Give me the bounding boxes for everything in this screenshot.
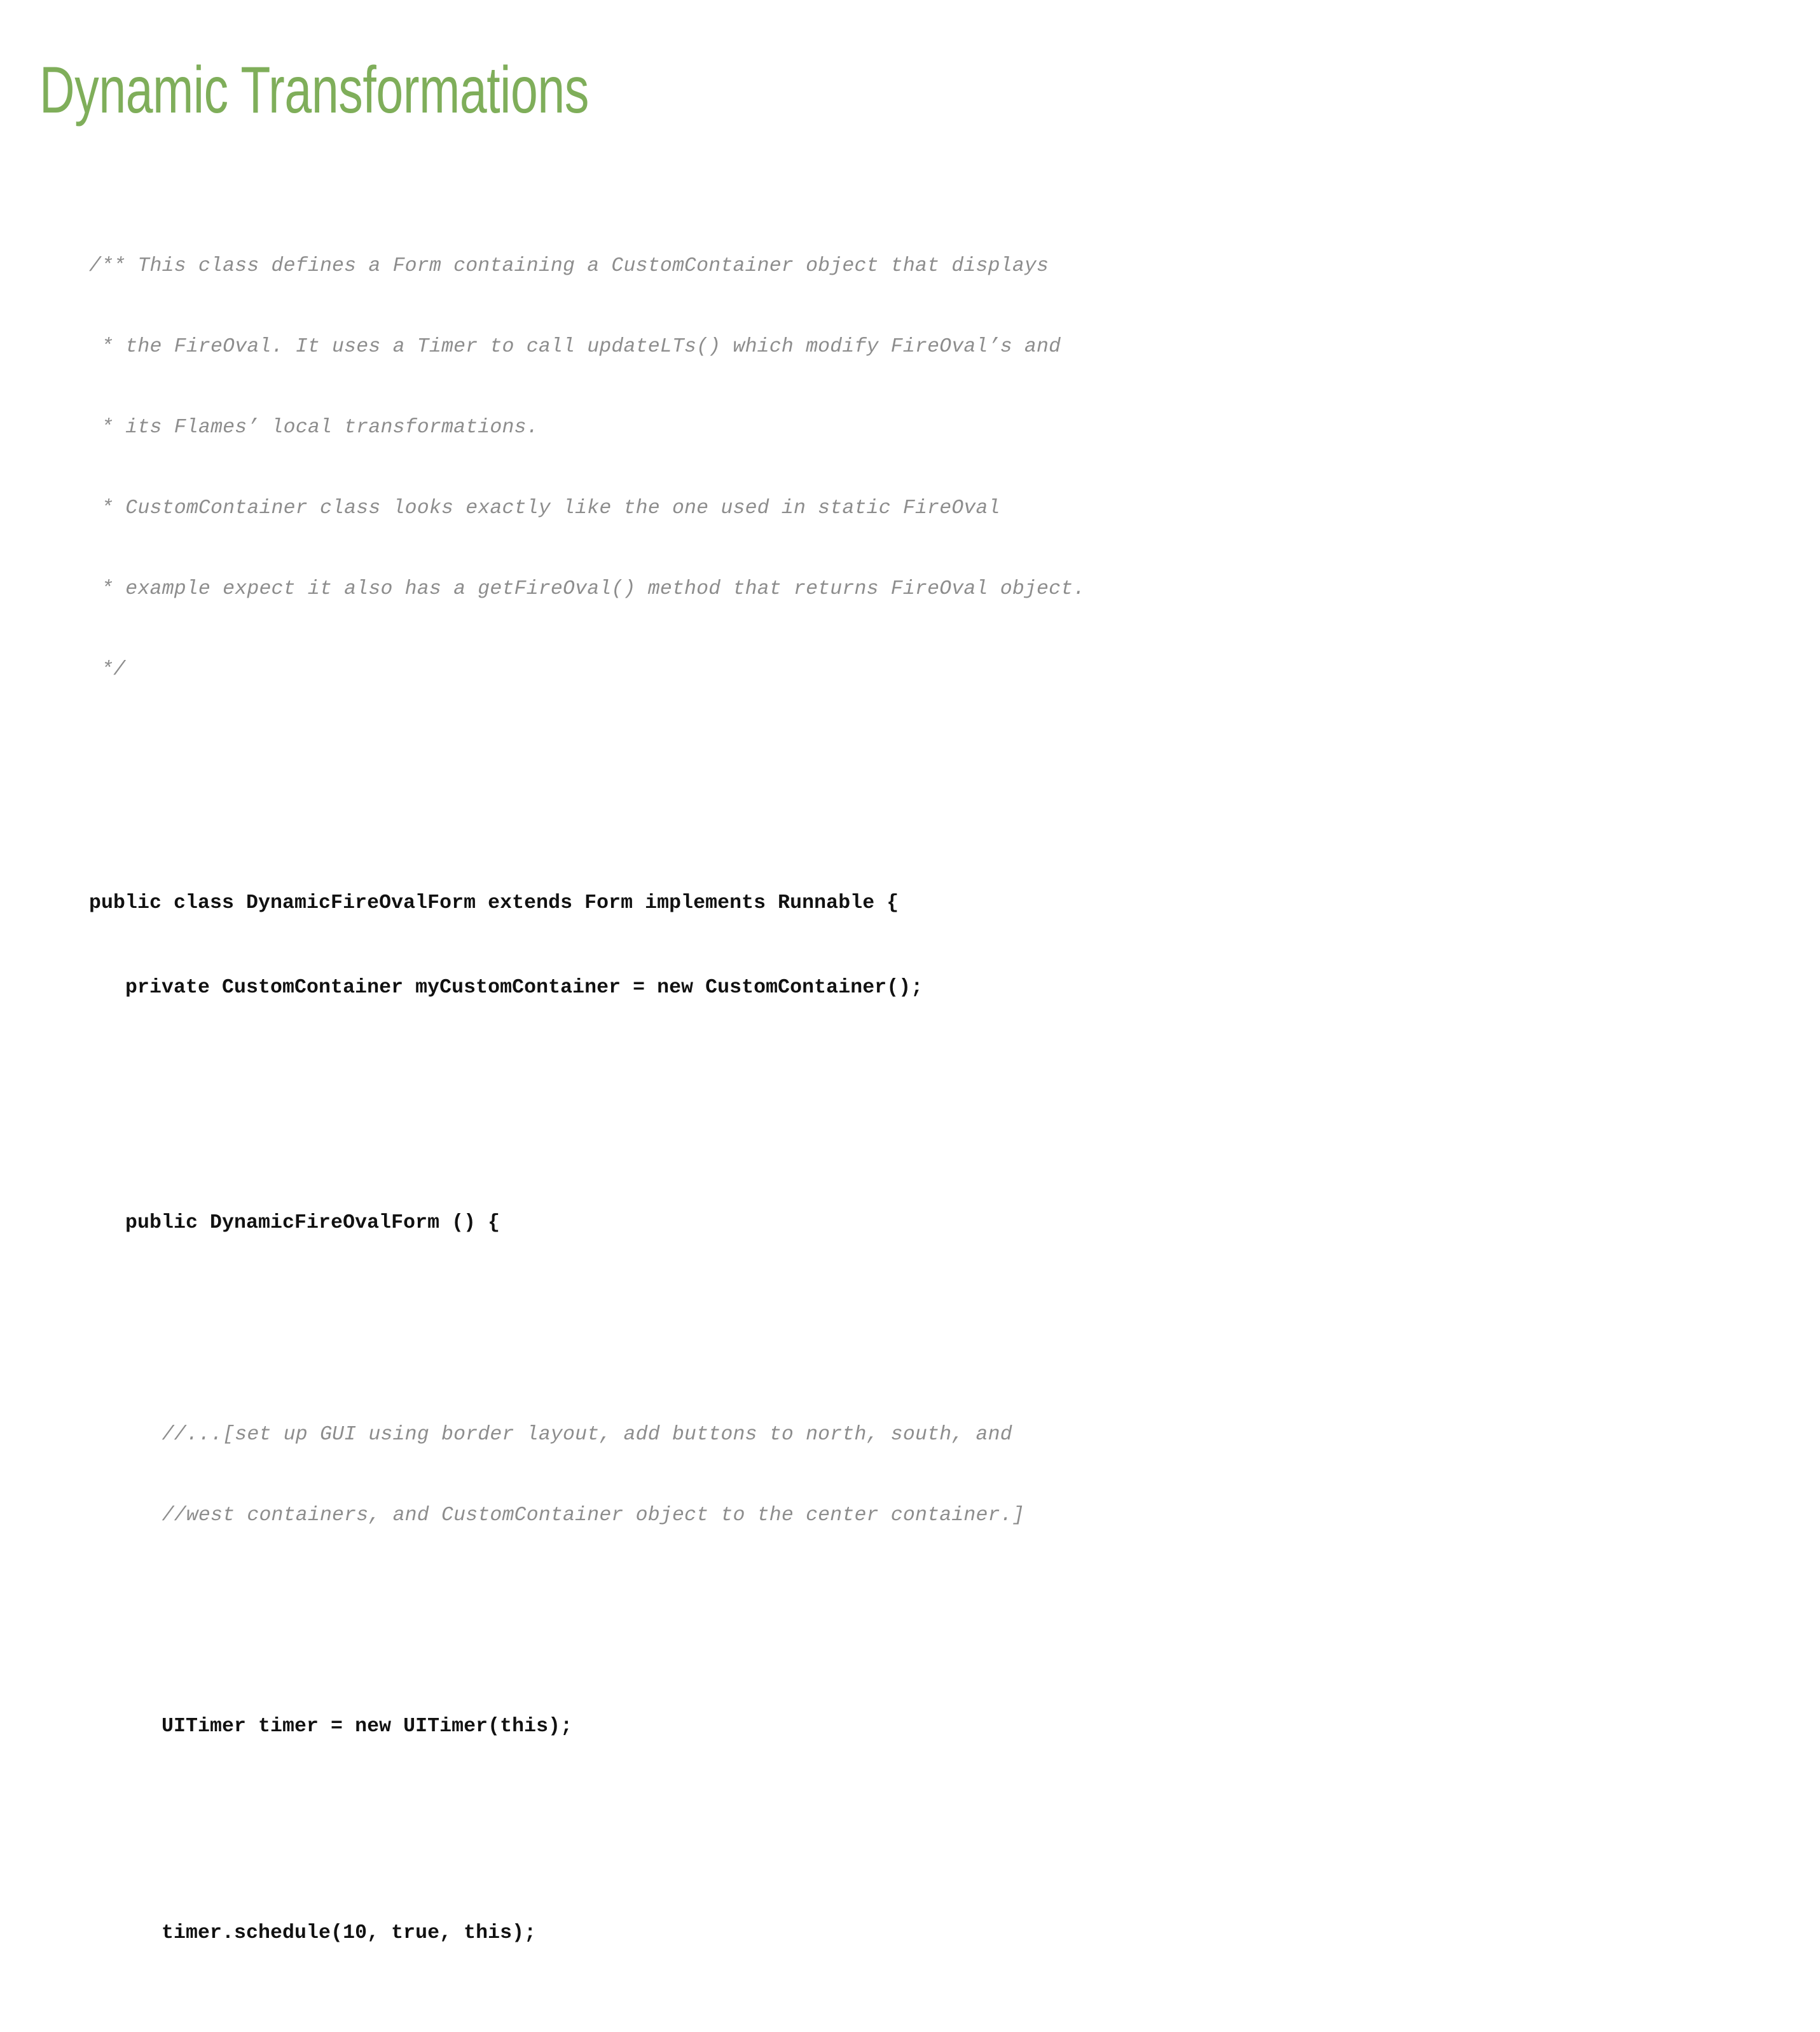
code-line-text: /** This class defines a Form containing… <box>89 255 1049 277</box>
page-title: Dynamic Transformations <box>39 53 589 127</box>
code-line-field: private CustomContainer myCustomContaine… <box>89 974 1361 1003</box>
code-spacer <box>89 767 1361 776</box>
code-line-text: * CustomContainer class looks exactly li… <box>89 497 1000 519</box>
code-line-constructor: public DynamicFireOvalForm () { <box>89 1209 1361 1238</box>
code-spacer <box>89 1826 1361 1835</box>
code-line: * the FireOval. It uses a Timer to call … <box>89 335 1361 359</box>
code-line: * its Flames’ local transformations. <box>89 416 1361 440</box>
code-line-text: public DynamicFireOvalForm () { <box>89 1212 500 1234</box>
slide-canvas: Dynamic Transformations /** This class d… <box>0 0 1820 1944</box>
code-line-text: //west containers, and CustomContainer o… <box>89 1504 1024 1527</box>
code-line-text: */ <box>89 659 126 681</box>
code-line-text: timer.schedule(10, true, this); <box>89 1922 537 1944</box>
code-spacer <box>89 1087 1361 1096</box>
code-line: //...[set up GUI using border layout, ad… <box>89 1423 1361 1447</box>
code-line-uitimer: UITimer timer = new UITimer(this); <box>89 1713 1361 1741</box>
code-line-class-declaration: public class DynamicFireOvalForm extends… <box>89 889 1361 918</box>
code-line: * example expect it also has a getFireOv… <box>89 577 1361 601</box>
code-line-text: * the FireOval. It uses a Timer to call … <box>89 336 1061 358</box>
code-line: //west containers, and CustomContainer o… <box>89 1504 1361 1528</box>
code-line: */ <box>89 658 1361 682</box>
code-line-text: UITimer timer = new UITimer(this); <box>89 1715 573 1738</box>
code-line-text: * its Flames’ local transformations. <box>89 416 539 439</box>
code-line: * CustomContainer class looks exactly li… <box>89 497 1361 521</box>
code-block: /** This class defines a Form containing… <box>89 141 1361 2032</box>
code-line: /** This class defines a Form containing… <box>89 254 1361 278</box>
code-line-text: //...[set up GUI using border layout, ad… <box>89 1423 1012 1446</box>
code-line-text: public class DynamicFireOvalForm extends… <box>89 891 899 914</box>
code-line-text: * example expect it also has a getFireOv… <box>89 578 1086 600</box>
code-spacer <box>89 1612 1361 1628</box>
code-line-text: private CustomContainer myCustomContaine… <box>89 977 923 999</box>
code-line-schedule: timer.schedule(10, true, this); <box>89 1919 1361 1948</box>
code-spacer <box>89 1322 1361 1338</box>
